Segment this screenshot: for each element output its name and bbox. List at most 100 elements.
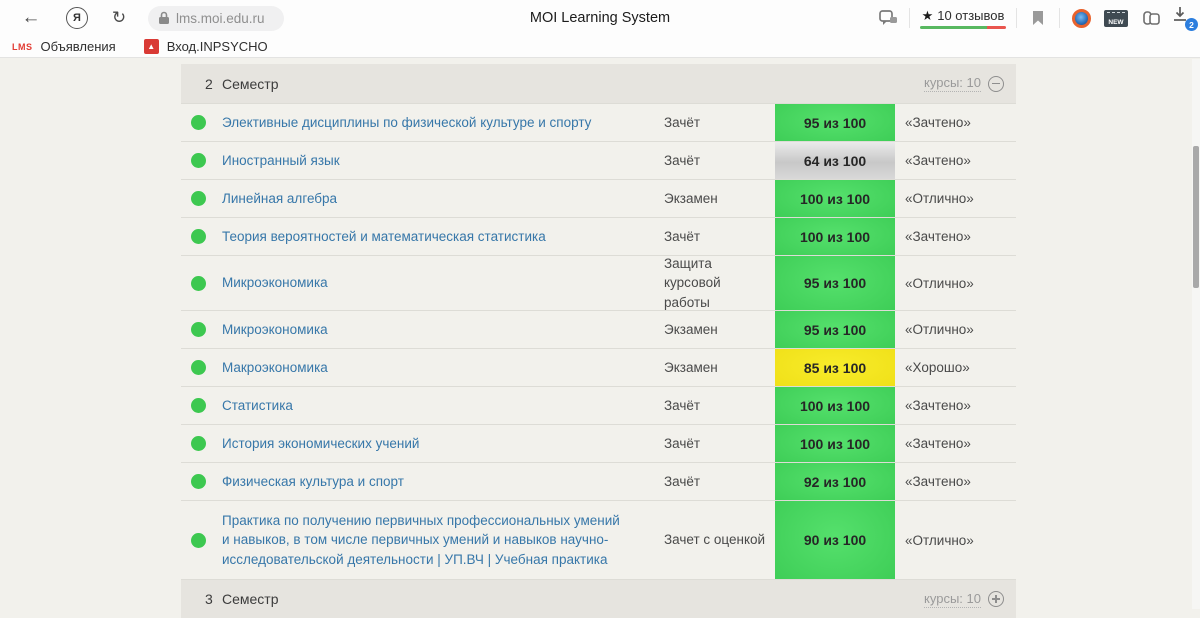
semester-2-collapse-control[interactable]: курсы: 10 <box>924 75 1004 92</box>
grade-text: «Отлично» <box>895 276 1016 291</box>
yandex-logo-icon[interactable]: Я <box>66 7 88 29</box>
status-dot-icon <box>191 276 206 291</box>
status-dot-icon <box>191 533 206 548</box>
semester-label: Семестр <box>222 76 279 92</box>
courses-count-link: курсы: 10 <box>924 75 981 92</box>
lms-favicon: LMS <box>12 42 33 52</box>
site-feedback-icon[interactable] <box>877 7 899 29</box>
status-dot-icon <box>191 474 206 489</box>
course-row: Элективные дисциплины по физической куль… <box>181 103 1016 141</box>
grade-text: «Зачтено» <box>895 398 1016 413</box>
course-row: Линейная алгебра Экзамен 100 из 100 «Отл… <box>181 179 1016 217</box>
score-badge: 95 из 100 <box>775 256 895 310</box>
status-dot-icon <box>191 115 206 130</box>
exam-type: Экзамен <box>664 189 775 209</box>
course-link[interactable]: Элективные дисциплины по физической куль… <box>222 113 664 133</box>
page-content: 2 Семестр курсы: 10 Элективные дисциплин… <box>0 59 1200 609</box>
exam-type: Зачёт <box>664 227 775 247</box>
semester-label: Семестр <box>222 591 279 607</box>
rating-bar <box>920 26 1006 29</box>
exam-type: Зачет с оценкой <box>664 530 775 550</box>
bookmark-item-inpsycho[interactable]: ▲ Вход.INPSYCHO <box>144 39 268 54</box>
status-dot-icon <box>191 153 206 168</box>
exam-type: Защита курсовой работы <box>664 254 775 313</box>
grade-text: «Отлично» <box>895 322 1016 337</box>
exam-type: Зачёт <box>664 151 775 171</box>
course-link[interactable]: Линейная алгебра <box>222 189 664 209</box>
downloads-button[interactable]: 2 <box>1172 6 1194 30</box>
bookmark-label: Объявления <box>41 39 116 54</box>
collections-icon[interactable] <box>1140 7 1162 29</box>
score-badge: 100 из 100 <box>775 387 895 424</box>
course-link[interactable]: Микроэкономика <box>222 320 664 340</box>
exam-type: Экзамен <box>664 320 775 340</box>
refresh-icon[interactable]: ↻ <box>102 8 136 28</box>
screenshot-new-icon[interactable]: NEW <box>1102 7 1130 29</box>
score-badge: 90 из 100 <box>775 501 895 579</box>
status-dot-icon <box>191 229 206 244</box>
reviews-label: 10 отзывов <box>937 8 1004 23</box>
course-link[interactable]: Статистика <box>222 396 664 416</box>
score-badge: 85 из 100 <box>775 349 895 386</box>
course-row: Физическая культура и спорт Зачёт 92 из … <box>181 462 1016 500</box>
course-row: Иностранный язык Зачёт 64 из 100 «Зачтен… <box>181 141 1016 179</box>
bookmarks-bar: LMS Объявления ▲ Вход.INPSYCHO <box>0 36 1200 58</box>
collapse-minus-icon[interactable] <box>988 76 1004 92</box>
inpsycho-favicon: ▲ <box>144 39 159 54</box>
exam-type: Экзамен <box>664 358 775 378</box>
extension-globe-icon[interactable] <box>1070 7 1092 29</box>
scrollbar-track[interactable] <box>1192 59 1200 609</box>
browser-toolbar: ← Я ↻ lms.moi.edu.ru MOI Learning System… <box>0 0 1200 36</box>
score-badge: 100 из 100 <box>775 425 895 462</box>
semester-3-expand-control[interactable]: курсы: 10 <box>924 591 1004 608</box>
grade-text: «Отлично» <box>895 533 1016 548</box>
grade-text: «Зачтено» <box>895 229 1016 244</box>
bookmark-item-announcements[interactable]: LMS Объявления <box>12 39 116 54</box>
toolbar-divider <box>1016 8 1017 28</box>
status-dot-icon <box>191 360 206 375</box>
status-dot-icon <box>191 191 206 206</box>
bookmark-icon[interactable] <box>1027 7 1049 29</box>
course-link[interactable]: История экономических учений <box>222 434 664 454</box>
course-row: Микроэкономика Защита курсовой работы 95… <box>181 255 1016 310</box>
status-dot-icon <box>191 322 206 337</box>
grade-text: «Зачтено» <box>895 115 1016 130</box>
course-link[interactable]: Макроэкономика <box>222 358 664 378</box>
course-row: Статистика Зачёт 100 из 100 «Зачтено» <box>181 386 1016 424</box>
course-link[interactable]: Теория вероятностей и математическая ста… <box>222 227 664 247</box>
score-badge: 95 из 100 <box>775 311 895 348</box>
course-row: Макроэкономика Экзамен 85 из 100 «Хорошо… <box>181 348 1016 386</box>
score-badge: 95 из 100 <box>775 104 895 141</box>
grade-text: «Зачтено» <box>895 153 1016 168</box>
course-row: Теория вероятностей и математическая ста… <box>181 217 1016 255</box>
score-badge: 100 из 100 <box>775 218 895 255</box>
course-link[interactable]: Иностранный язык <box>222 151 664 171</box>
reviews-button[interactable]: ★ 10 отзывов <box>920 8 1006 29</box>
score-badge: 92 из 100 <box>775 463 895 500</box>
grade-text: «Хорошо» <box>895 360 1016 375</box>
status-dot-icon <box>191 398 206 413</box>
downloads-count-badge: 2 <box>1185 18 1198 31</box>
expand-plus-icon[interactable] <box>988 591 1004 607</box>
semester-2-header: 2 Семестр курсы: 10 <box>181 64 1016 103</box>
back-icon[interactable]: ← <box>14 7 48 29</box>
score-badge: 64 из 100 <box>775 142 895 179</box>
grade-text: «Зачтено» <box>895 474 1016 489</box>
score-badge: 100 из 100 <box>775 180 895 217</box>
lock-icon <box>158 11 170 25</box>
semester-number: 2 <box>205 76 222 92</box>
toolbar-divider <box>1059 8 1060 28</box>
bookmark-label: Вход.INPSYCHO <box>167 39 268 54</box>
toolbar-divider <box>909 8 910 28</box>
course-link[interactable]: Физическая культура и спорт <box>222 472 664 492</box>
semester-3-header: 3 Семестр курсы: 10 <box>181 579 1016 618</box>
gradebook-table: 2 Семестр курсы: 10 Элективные дисциплин… <box>181 64 1016 618</box>
scrollbar-thumb[interactable] <box>1193 146 1199 288</box>
exam-type: Зачёт <box>664 434 775 454</box>
address-bar[interactable]: lms.moi.edu.ru <box>148 6 284 31</box>
course-link[interactable]: Микроэкономика <box>222 273 664 293</box>
exam-type: Зачёт <box>664 113 775 133</box>
grade-text: «Отлично» <box>895 191 1016 206</box>
course-link[interactable]: Практика по получению первичных професси… <box>222 511 664 570</box>
exam-type: Зачёт <box>664 396 775 416</box>
